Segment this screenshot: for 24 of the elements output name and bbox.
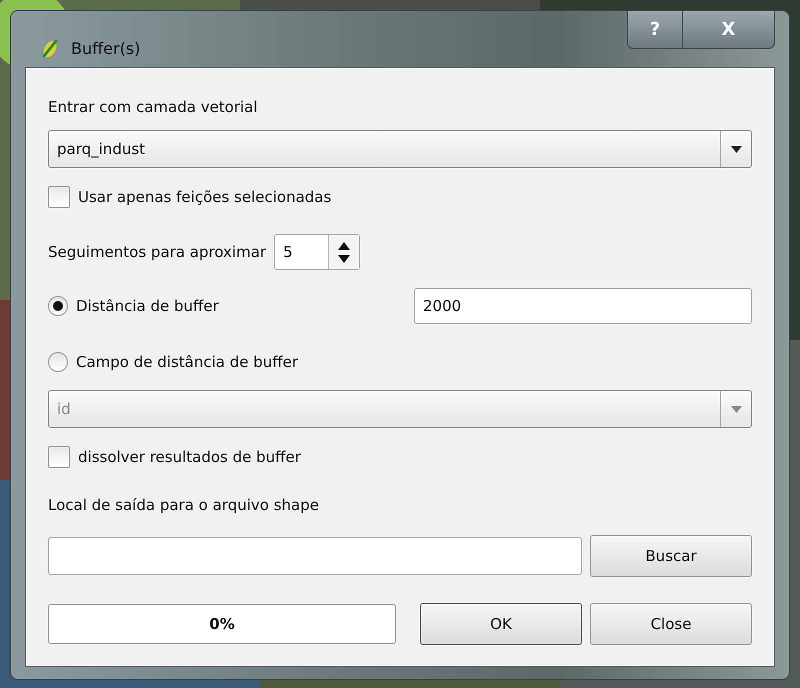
ok-button[interactable]: OK bbox=[420, 603, 582, 645]
radio-label: Campo de distância de buffer bbox=[76, 353, 299, 371]
window-title: Buffer(s) bbox=[71, 39, 140, 58]
caret-icon bbox=[730, 146, 742, 152]
checkbox[interactable] bbox=[48, 186, 70, 208]
checkbox-label: dissolver resultados de buffer bbox=[78, 448, 301, 466]
radio-label: Distância de buffer bbox=[76, 297, 220, 315]
down-arrow-icon bbox=[338, 254, 350, 262]
layer-dropdown[interactable]: parq_indust bbox=[48, 130, 752, 168]
close-dialog-button[interactable]: Close bbox=[590, 603, 752, 645]
distance-field[interactable]: 2000 bbox=[414, 288, 752, 324]
progress-text: 0% bbox=[209, 615, 235, 633]
caret-icon bbox=[730, 406, 742, 412]
output-path-field[interactable] bbox=[48, 537, 582, 575]
browse-button[interactable]: Buscar bbox=[590, 535, 752, 577]
radio-button[interactable] bbox=[48, 352, 68, 372]
field-label: Entrar com camada vetorial bbox=[48, 98, 258, 116]
radio-button[interactable] bbox=[48, 296, 68, 316]
checkbox[interactable] bbox=[48, 446, 70, 468]
field-label: Seguimentos para aproximar bbox=[48, 243, 266, 261]
up-arrow-icon bbox=[338, 242, 350, 250]
field-label: Local de saída para o arquivo shape bbox=[48, 496, 319, 514]
spin-box[interactable]: 5 bbox=[274, 234, 360, 270]
checkbox-label: Usar apenas feições selecionadas bbox=[78, 188, 332, 206]
